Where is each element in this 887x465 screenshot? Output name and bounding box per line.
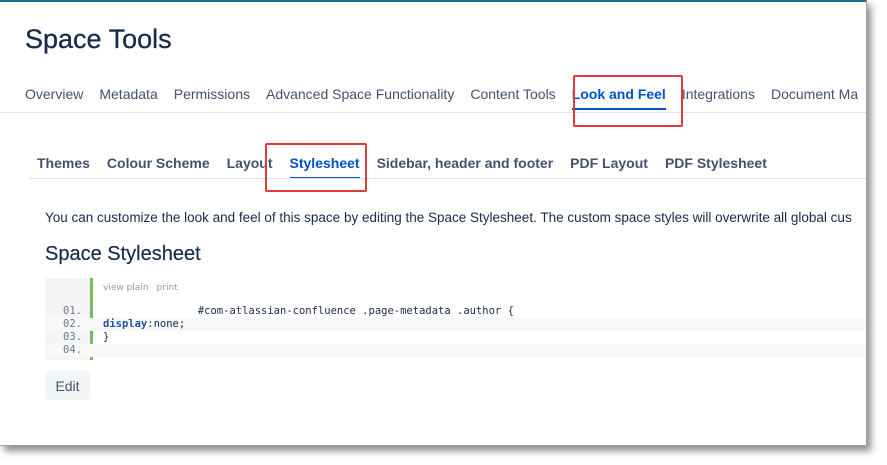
code-text: display:none;	[103, 318, 185, 331]
tab-advanced-space-functionality[interactable]: Advanced Space Functionality	[266, 86, 454, 110]
subtab-layout[interactable]: Layout	[227, 155, 273, 179]
description-text: You can customize the look and feel of t…	[45, 210, 852, 225]
tab-look-and-feel[interactable]: Look and Feel	[571, 86, 666, 110]
edit-button[interactable]: Edit	[45, 371, 90, 400]
code-block: view plain print 01. #com-atlassian-confl…	[45, 278, 866, 360]
code-line: 04.	[45, 344, 866, 357]
top-accent-bar	[0, 0, 866, 2]
tab-overview[interactable]: Overview	[25, 86, 83, 110]
code-line: 02. display:none;	[45, 318, 866, 331]
sub-tabs: Themes Colour Scheme Layout Stylesheet Sideb…	[37, 155, 784, 179]
code-keyword: display	[103, 318, 148, 330]
subtab-stylesheet[interactable]: Stylesheet	[289, 155, 360, 179]
tab-document-management[interactable]: Document Ma	[771, 86, 858, 110]
sub-tabs-divider	[30, 178, 866, 179]
subtab-colour-scheme[interactable]: Colour Scheme	[107, 155, 210, 179]
tab-integrations[interactable]: Integrations	[682, 86, 755, 110]
code-toolbar: view plain print	[103, 283, 186, 293]
line-number: 04.	[63, 344, 82, 356]
view-plain-link[interactable]: view plain	[103, 283, 149, 293]
subtab-sidebar-header-footer[interactable]: Sidebar, header and footer	[377, 155, 554, 179]
print-link[interactable]: print	[157, 283, 178, 293]
tab-permissions[interactable]: Permissions	[174, 86, 250, 110]
section-heading: Space Stylesheet	[45, 243, 201, 265]
line-number: 03.	[63, 331, 82, 343]
page-title: Space Tools	[25, 24, 172, 54]
main-tabs-divider	[0, 112, 866, 113]
tab-content-tools[interactable]: Content Tools	[470, 86, 555, 110]
code-line: 01. #com-atlassian-confluence .page-meta…	[45, 305, 866, 318]
code-line: 03. }	[45, 331, 866, 344]
tab-metadata[interactable]: Metadata	[99, 86, 157, 110]
line-number: 01.	[63, 305, 82, 317]
line-number: 02.	[63, 318, 82, 330]
code-value: :none;	[147, 318, 186, 330]
subtab-pdf-stylesheet[interactable]: PDF Stylesheet	[665, 155, 767, 179]
subtab-pdf-layout[interactable]: PDF Layout	[570, 155, 648, 179]
code-text: #com-atlassian-confluence .page-metadata…	[103, 305, 514, 317]
screenshot-frame: Space Tools Overview Metadata Permissions A…	[0, 0, 867, 446]
code-text: }	[103, 331, 110, 343]
subtab-themes[interactable]: Themes	[37, 155, 90, 179]
